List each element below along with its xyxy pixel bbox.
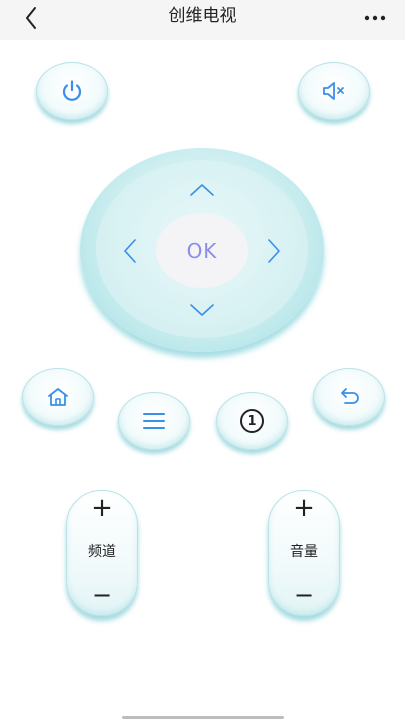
power-button[interactable]	[36, 62, 108, 120]
menu-button[interactable]	[118, 392, 190, 450]
mute-button[interactable]	[298, 62, 370, 120]
volume-label: 音量	[290, 544, 318, 560]
ok-label: OK	[186, 238, 218, 263]
more-button[interactable]	[363, 6, 387, 30]
more-dots-icon	[364, 15, 386, 21]
top-bar: 创维电视	[0, 0, 405, 40]
mute-icon	[323, 82, 344, 100]
channel-rocker: + 频道 −	[66, 490, 138, 616]
chevron-right-icon	[268, 239, 280, 263]
volume-rocker: + 音量 −	[268, 490, 340, 616]
chevron-down-icon	[190, 304, 214, 316]
number-button[interactable]: 1	[216, 392, 288, 450]
return-icon	[341, 388, 359, 404]
home-icon	[48, 388, 68, 406]
page-title: 创维电视	[168, 6, 237, 26]
channel-down-button[interactable]: −	[67, 581, 137, 609]
home-button[interactable]	[22, 368, 94, 426]
number-label: 1	[247, 413, 257, 429]
chevron-up-icon	[190, 184, 214, 196]
dpad-left-button[interactable]	[118, 235, 142, 267]
menu-icon	[143, 413, 165, 429]
dpad-right-button[interactable]	[262, 235, 286, 267]
chevron-left-icon	[124, 239, 136, 263]
dpad-up-button[interactable]	[186, 178, 218, 202]
return-button[interactable]	[313, 368, 385, 426]
volume-down-button[interactable]: −	[269, 581, 339, 609]
dpad-down-button[interactable]	[186, 298, 218, 322]
home-indicator[interactable]	[122, 716, 284, 719]
ok-button[interactable]: OK	[156, 213, 248, 288]
power-icon	[62, 80, 82, 101]
volume-up-button[interactable]: +	[269, 493, 339, 523]
channel-label: 频道	[88, 544, 116, 560]
number-badge: 1	[240, 409, 264, 433]
channel-up-button[interactable]: +	[67, 493, 137, 523]
